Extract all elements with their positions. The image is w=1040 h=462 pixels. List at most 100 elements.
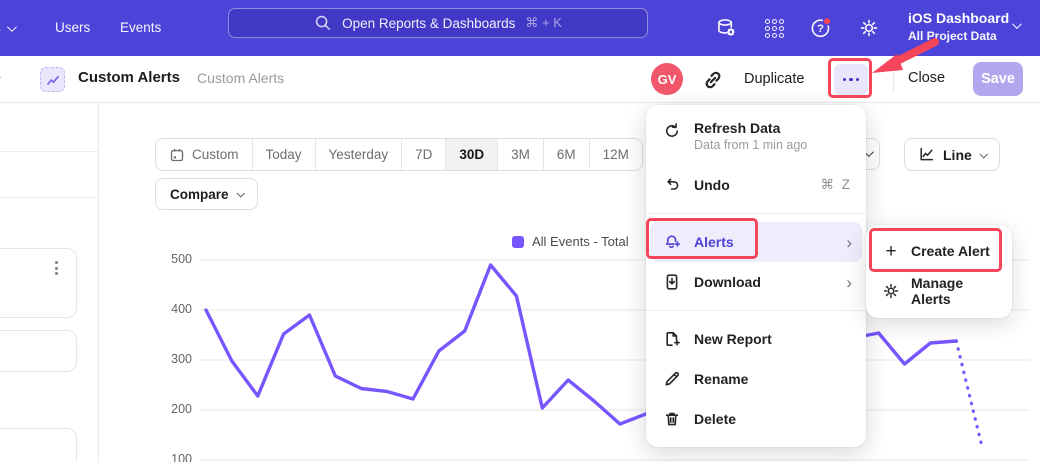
- kebab-menu-icon[interactable]: [51, 257, 62, 279]
- duplicate-button[interactable]: Duplicate: [744, 71, 804, 87]
- nav-item-label: Users: [55, 14, 90, 42]
- date-range-7d[interactable]: 7D: [402, 139, 446, 170]
- app-root: 100 200 300 400 500 All Events - Total s Use…: [0, 0, 1040, 462]
- more-options-button[interactable]: [834, 64, 868, 95]
- submenu-item-manage-alerts[interactable]: Manage Alerts: [866, 271, 1012, 311]
- menu-item-undo[interactable]: Undo ⌘ Z: [646, 165, 866, 205]
- report-type-icon: [40, 67, 65, 92]
- page-title: Custom Alerts: [78, 69, 180, 86]
- date-range-label: 6M: [557, 147, 576, 162]
- report-header: › Custom Alerts Custom Alerts GV Duplica…: [0, 56, 1040, 103]
- menu-item-refresh-data[interactable]: Refresh Data Data from 1 min ago: [646, 113, 866, 165]
- menu-item-download[interactable]: Download ›: [646, 262, 866, 302]
- submenu-item-create-alert[interactable]: + Create Alert: [866, 231, 1012, 271]
- date-range-control: Custom Today Yesterday 7D 30D 3M 6M 12M: [155, 138, 643, 171]
- calendar-icon: [169, 147, 185, 163]
- help-icon[interactable]: ?: [809, 16, 833, 40]
- close-button[interactable]: Close: [908, 70, 945, 86]
- chart-legend: All Events - Total: [512, 234, 629, 249]
- chevron-down-icon: [1012, 19, 1022, 29]
- nav-item-label: Events: [120, 14, 161, 42]
- y-axis-label: 200: [156, 402, 192, 416]
- save-button[interactable]: Save: [973, 62, 1023, 96]
- date-range-label: Custom: [192, 147, 239, 162]
- data-management-icon[interactable]: [714, 16, 738, 40]
- project-subtitle: All Project Data: [908, 28, 1009, 44]
- menu-item-shortcut: ⌘ Z: [821, 177, 853, 193]
- y-axis-label: 500: [156, 252, 192, 266]
- date-range-30d[interactable]: 30D: [446, 139, 498, 170]
- svg-text:?: ?: [817, 23, 824, 35]
- date-range-label: 30D: [459, 147, 484, 162]
- bell-plus-icon: [663, 233, 681, 251]
- nav-item-truncated[interactable]: s: [0, 14, 14, 42]
- compare-label: Compare: [170, 187, 229, 202]
- menu-item-rename[interactable]: Rename: [646, 359, 866, 399]
- legend-swatch: [512, 236, 524, 248]
- menu-item-alerts[interactable]: Alerts ›: [650, 222, 862, 262]
- divider: [0, 197, 99, 198]
- query-builder-sidebar: [0, 103, 99, 462]
- search-placeholder: Open Reports & Dashboards: [342, 16, 515, 31]
- chevron-down-icon: [236, 189, 244, 197]
- date-range-6m[interactable]: 6M: [544, 139, 590, 170]
- download-icon: [663, 273, 681, 291]
- date-range-label: 3M: [511, 147, 530, 162]
- date-range-label: Today: [266, 147, 302, 162]
- top-navigation-bar: s Users Events Open Reports & Dashboards…: [0, 0, 1040, 56]
- project-switcher[interactable]: iOS Dashboard All Project Data: [908, 9, 1009, 44]
- date-range-custom[interactable]: Custom: [156, 139, 253, 170]
- menu-item-label: Delete: [694, 411, 852, 427]
- breadcrumb: Custom Alerts: [197, 70, 284, 86]
- chevron-right-icon: ›: [846, 274, 852, 291]
- compare-button[interactable]: Compare: [155, 178, 258, 210]
- search-shortcut: ⌘ + K: [525, 15, 562, 31]
- chevron-down-icon: [979, 150, 987, 158]
- menu-item-label: Rename: [694, 371, 852, 387]
- y-axis-label: 100: [156, 452, 192, 462]
- y-axis-label: 300: [156, 352, 192, 366]
- divider: [646, 213, 866, 214]
- more-options-menu: Refresh Data Data from 1 min ago Undo ⌘ …: [646, 105, 866, 447]
- date-range-label: 7D: [415, 147, 432, 162]
- settings-gear-icon[interactable]: [857, 16, 881, 40]
- menu-item-sublabel: Data from 1 min ago: [694, 138, 852, 152]
- notification-dot: [823, 18, 830, 25]
- metric-card[interactable]: [0, 248, 77, 318]
- menu-item-label: Manage Alerts: [911, 275, 1002, 307]
- chart-type-button[interactable]: Line: [904, 138, 1000, 171]
- date-range-today[interactable]: Today: [253, 139, 316, 170]
- back-chevron-fragment: ›: [0, 69, 1, 84]
- date-range-yesterday[interactable]: Yesterday: [316, 139, 403, 170]
- chart-type-label: Line: [943, 147, 972, 163]
- nav-item-events[interactable]: Events: [120, 14, 161, 42]
- projected-series-segment: [956, 341, 982, 447]
- pencil-icon: [663, 370, 681, 388]
- alerts-submenu: + Create Alert Manage Alerts: [866, 225, 1012, 318]
- y-axis-label: 400: [156, 302, 192, 316]
- divider: [646, 310, 866, 311]
- metric-card[interactable]: [0, 330, 77, 372]
- nav-item-users[interactable]: Users: [55, 14, 90, 42]
- avatar[interactable]: GV: [651, 63, 683, 95]
- global-search-input[interactable]: Open Reports & Dashboards ⌘ + K: [228, 8, 648, 38]
- metric-card[interactable]: [0, 428, 77, 462]
- divider: [893, 66, 894, 93]
- undo-icon: [663, 176, 681, 194]
- gear-icon: [882, 282, 900, 300]
- trash-icon: [663, 410, 681, 428]
- menu-item-new-report[interactable]: New Report: [646, 319, 866, 359]
- date-range-label: Yesterday: [329, 147, 389, 162]
- nav-item-truncated-label: s: [0, 14, 1, 42]
- menu-item-label: Download: [694, 274, 833, 290]
- menu-item-label: Create Alert: [911, 243, 1002, 259]
- copy-link-icon[interactable]: [701, 68, 725, 92]
- menu-item-label: Refresh Data: [694, 120, 852, 136]
- apps-grid-icon[interactable]: [762, 16, 786, 40]
- new-report-icon: [663, 330, 681, 348]
- menu-item-delete[interactable]: Delete: [646, 399, 866, 439]
- date-range-3m[interactable]: 3M: [498, 139, 544, 170]
- date-range-12m[interactable]: 12M: [590, 139, 642, 170]
- divider: [0, 151, 99, 152]
- legend-label: All Events - Total: [532, 234, 629, 249]
